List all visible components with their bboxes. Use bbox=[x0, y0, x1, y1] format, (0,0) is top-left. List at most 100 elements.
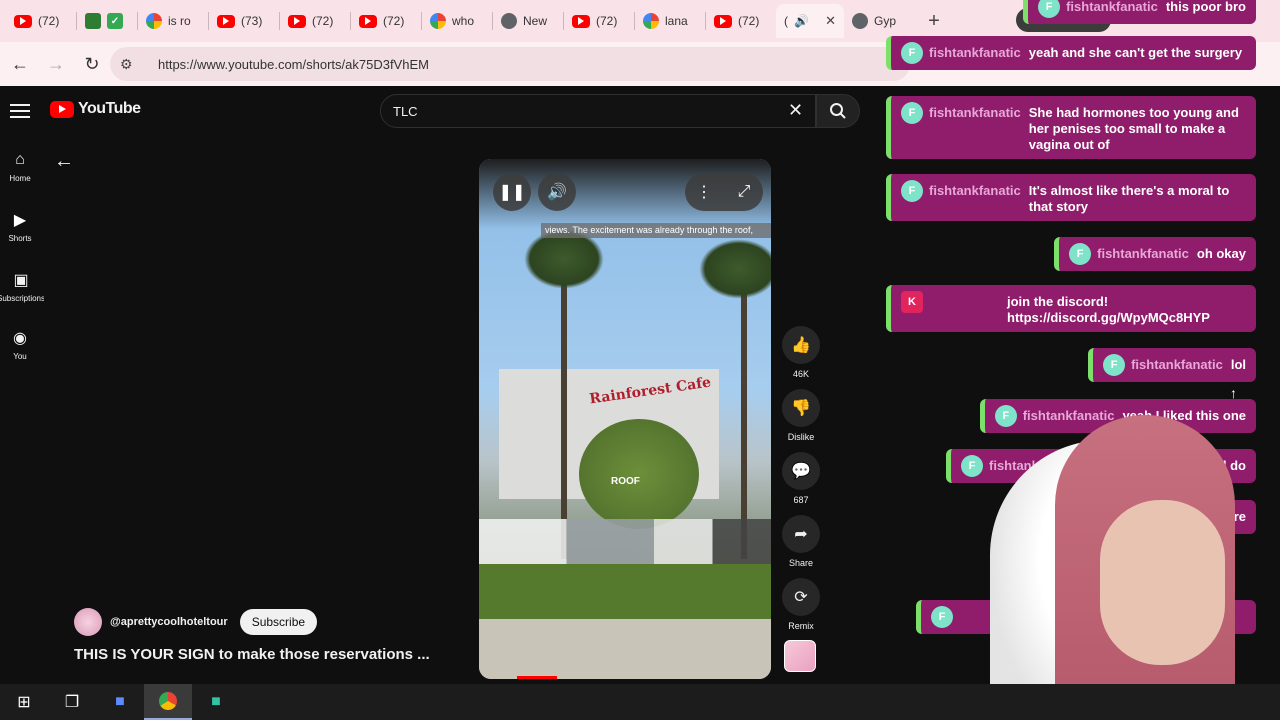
windows-taskbar: ⊞ ❐ ■ ■ bbox=[0, 684, 1280, 720]
thumbs-up-icon: 👍 bbox=[782, 326, 820, 364]
browser-tab[interactable]: Gyp bbox=[844, 4, 914, 38]
channel-handle[interactable]: @aprettycoolhoteltour bbox=[110, 616, 228, 628]
tab-label: (72) bbox=[596, 14, 618, 28]
shorts-icon: ▶ bbox=[13, 212, 27, 229]
app-icon: ■ bbox=[115, 693, 125, 710]
browser-tab[interactable]: ✓ bbox=[77, 4, 137, 38]
chat-message: Ffishtankfanatic lol bbox=[1088, 348, 1256, 382]
chat-message: Kjoin the discord! https://discord.gg/Wp… bbox=[886, 285, 1256, 332]
fullscreen-button[interactable]: ⤢ bbox=[725, 173, 763, 211]
forward-button[interactable]: → bbox=[38, 46, 74, 82]
task-view-button[interactable]: ❐ bbox=[48, 684, 96, 720]
chat-text: lol bbox=[1230, 357, 1246, 372]
rail-label: Home bbox=[9, 174, 31, 183]
rail-label: Subscriptions bbox=[0, 294, 44, 303]
windows-icon: ⊞ bbox=[17, 694, 31, 711]
pause-icon: ❚❚ bbox=[498, 184, 526, 201]
tab-label: ( bbox=[784, 14, 788, 28]
fullscreen-icon: ⤢ bbox=[737, 183, 751, 200]
menu-icon[interactable] bbox=[10, 100, 30, 122]
palm-tree bbox=[561, 259, 567, 559]
google-icon bbox=[430, 13, 446, 29]
rail-you[interactable]: ◉ You bbox=[0, 328, 40, 361]
share-button[interactable]: ➦ Share bbox=[782, 515, 820, 568]
rail-label: Shorts bbox=[8, 234, 32, 243]
rail-subscriptions[interactable]: ▣ Subscriptions bbox=[0, 270, 44, 303]
tab-label: is ro bbox=[168, 14, 191, 28]
browser-tab[interactable]: lana bbox=[635, 4, 705, 38]
remix-button[interactable]: ⟳ Remix bbox=[782, 578, 820, 631]
close-tab-icon[interactable]: ✕ bbox=[825, 13, 836, 29]
chat-username: fishtankfanatic bbox=[1097, 246, 1189, 261]
back-arrow-icon[interactable]: ← bbox=[54, 150, 74, 173]
google-icon bbox=[643, 13, 659, 29]
tab-label: lana bbox=[665, 14, 688, 28]
shorts-player[interactable]: Rainforest Cafe ROOF ❚❚ 🔊 ⋮ ⤢ views. The… bbox=[479, 159, 771, 679]
browser-tab[interactable]: (72) bbox=[564, 4, 634, 38]
chat-avatar: F bbox=[1038, 0, 1061, 18]
rail-label: You bbox=[13, 352, 27, 361]
volume-button[interactable]: 🔊 bbox=[538, 173, 576, 211]
sound-thumbnail[interactable] bbox=[784, 640, 816, 672]
more-options-button[interactable]: ⋮ bbox=[685, 173, 723, 211]
extension-icon bbox=[85, 13, 101, 29]
home-icon: ⌂ bbox=[15, 151, 25, 168]
tab-label: New bbox=[523, 14, 548, 28]
scroll-up-icon[interactable]: ↑ bbox=[1230, 385, 1237, 401]
browser-tab[interactable]: (72) bbox=[706, 4, 776, 38]
browser-tab[interactable]: who bbox=[422, 4, 492, 38]
comment-icon: 💬 bbox=[782, 452, 820, 490]
comments-button[interactable]: 💬 687 bbox=[782, 452, 820, 505]
chat-username: fishtankfanatic bbox=[929, 183, 1021, 198]
chat-avatar: F bbox=[1103, 354, 1126, 376]
browser-tab[interactable]: New bbox=[493, 4, 563, 38]
you-icon: ◉ bbox=[13, 330, 27, 347]
chat-message: Ffishtankfanatic It's almost like there's… bbox=[886, 174, 1256, 221]
search-button[interactable] bbox=[816, 94, 860, 128]
tree bbox=[579, 419, 699, 529]
taskbar-chrome[interactable] bbox=[144, 684, 192, 720]
url-text: https://www.youtube.com/shorts/ak75D3fVh… bbox=[158, 56, 429, 72]
taskbar-app[interactable]: ■ bbox=[96, 684, 144, 720]
video-title[interactable]: THIS IS YOUR SIGN to make those reservat… bbox=[74, 646, 430, 663]
youtube-icon bbox=[359, 14, 377, 28]
comment-count: 687 bbox=[793, 495, 809, 505]
tab-label: Gyp bbox=[874, 14, 897, 28]
browser-tab[interactable]: is ro bbox=[138, 4, 208, 38]
browser-tab-active[interactable]: (🔊 ✕ bbox=[776, 4, 844, 38]
checkbox-icon: ✓ bbox=[107, 13, 123, 29]
new-tab-button[interactable]: + bbox=[920, 7, 948, 35]
browser-tab[interactable]: (73) bbox=[209, 4, 279, 38]
browser-tab[interactable]: (72) bbox=[351, 4, 421, 38]
remix-icon: ⟳ bbox=[782, 578, 820, 616]
address-bar[interactable]: ⚙ https://www.youtube.com/shorts/ak75D3f… bbox=[110, 47, 910, 81]
progress-bar[interactable] bbox=[517, 676, 557, 679]
youtube-play-icon bbox=[50, 100, 74, 118]
reload-button[interactable]: ↻ bbox=[74, 46, 110, 82]
like-button[interactable]: 👍 46K bbox=[782, 326, 820, 379]
tab-label: (72) bbox=[312, 14, 334, 28]
start-button[interactable]: ⊞ bbox=[0, 684, 48, 720]
rail-shorts[interactable]: ▶ Shorts bbox=[0, 210, 40, 243]
pause-button[interactable]: ❚❚ bbox=[493, 173, 531, 211]
channel-avatar[interactable] bbox=[74, 608, 102, 636]
rail-home[interactable]: ⌂ Home bbox=[0, 150, 40, 183]
chat-username: fishtankfanatic bbox=[929, 45, 1021, 60]
back-button[interactable]: ← bbox=[2, 46, 38, 82]
browser-tab[interactable]: (72) bbox=[6, 4, 76, 38]
site-settings-icon[interactable]: ⚙ bbox=[120, 56, 144, 73]
search-input[interactable]: TLC bbox=[380, 94, 816, 128]
chat-text: oh okay bbox=[1196, 246, 1246, 261]
dislike-button[interactable]: 👎 Dislike bbox=[782, 389, 820, 442]
taskbar-app[interactable]: ■ bbox=[192, 684, 240, 720]
browser-tab[interactable]: (72) bbox=[280, 4, 350, 38]
youtube-logo[interactable]: YouTube bbox=[50, 100, 141, 118]
chat-username: fishtankfanatic bbox=[929, 105, 1021, 120]
streamer-face bbox=[1100, 500, 1225, 665]
palm-fronds bbox=[524, 229, 604, 289]
subscribe-button[interactable]: Subscribe bbox=[239, 609, 318, 635]
palm-tree bbox=[741, 269, 747, 559]
clear-search-icon[interactable]: ✕ bbox=[788, 100, 803, 121]
task-view-icon: ❐ bbox=[64, 694, 80, 711]
palm-fronds bbox=[699, 239, 771, 299]
